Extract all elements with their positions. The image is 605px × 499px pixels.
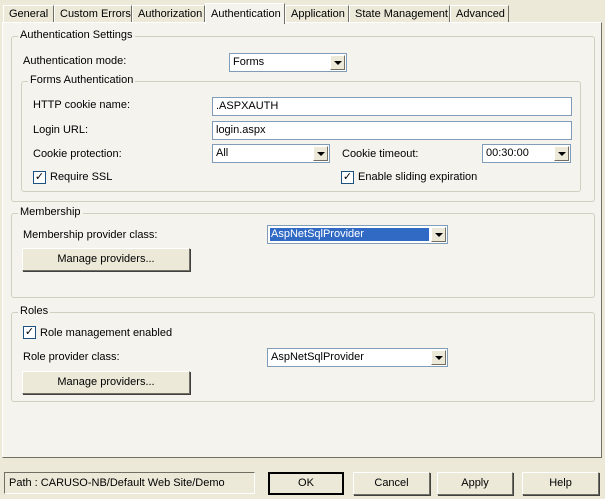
role-management-label: Role management enabled xyxy=(40,327,173,339)
membership-provider-value: AspNetSqlProvider xyxy=(270,228,429,241)
ok-button[interactable]: OK xyxy=(268,472,344,495)
tab-authentication[interactable]: Authentication xyxy=(205,3,285,24)
tab-advanced[interactable]: Advanced xyxy=(450,5,509,22)
cookie-timeout-select[interactable]: 00:30:00 xyxy=(482,144,571,163)
tab-custom-errors[interactable]: Custom Errors xyxy=(54,5,132,22)
cancel-button[interactable]: Cancel xyxy=(353,472,430,495)
chevron-down-icon[interactable] xyxy=(554,146,569,161)
cookie-timeout-value: 00:30:00 xyxy=(486,147,529,159)
cookie-timeout-label: Cookie timeout: xyxy=(342,148,419,160)
chevron-down-icon[interactable] xyxy=(431,350,446,365)
authentication-mode-value: Forms xyxy=(233,56,265,68)
membership-provider-label: Membership provider class: xyxy=(23,229,158,241)
authentication-mode-label: Authentication mode: xyxy=(23,55,126,67)
cookie-protection-select[interactable]: All xyxy=(212,144,330,163)
authentication-settings-legend: Authentication Settings xyxy=(18,29,135,41)
cookie-protection-value: All xyxy=(216,147,229,159)
login-url-label: Login URL: xyxy=(33,124,89,136)
tab-application[interactable]: Application xyxy=(285,5,349,22)
chevron-down-icon[interactable] xyxy=(313,146,328,161)
sliding-expiration-label: Enable sliding expiration xyxy=(358,171,478,183)
tab-general[interactable]: General xyxy=(3,5,54,22)
sliding-expiration-checkbox[interactable]: ✓ xyxy=(341,171,354,184)
help-button[interactable]: Help xyxy=(522,472,599,495)
apply-button[interactable]: Apply xyxy=(437,472,513,495)
cookie-name-input[interactable]: .ASPXAUTH xyxy=(212,97,572,116)
roles-legend: Roles xyxy=(18,305,51,317)
path-status: Path : CARUSO-NB/Default Web Site/Demo xyxy=(4,472,255,494)
role-provider-value: AspNetSqlProvider xyxy=(271,351,364,363)
membership-legend: Membership xyxy=(18,206,83,218)
authentication-mode-label-text: Authentication mode: xyxy=(23,55,127,67)
authentication-mode-select[interactable]: Forms xyxy=(229,53,347,72)
forms-authentication-legend: Forms Authentication xyxy=(28,74,136,86)
tab-state-management[interactable]: State Management xyxy=(349,5,450,22)
require-ssl-label: Require SSL xyxy=(50,171,113,183)
role-management-checkbox[interactable]: ✓ xyxy=(23,326,36,339)
role-provider-select[interactable]: AspNetSqlProvider xyxy=(267,348,448,367)
roles-manage-providers-button[interactable]: Manage providers... xyxy=(22,371,190,394)
login-url-input[interactable]: login.aspx xyxy=(212,121,572,140)
tab-authorization[interactable]: Authorization xyxy=(132,5,205,22)
cookie-protection-label: Cookie protection: xyxy=(33,148,122,160)
chevron-down-icon[interactable] xyxy=(431,227,446,242)
require-ssl-checkbox[interactable]: ✓ xyxy=(33,171,46,184)
chevron-down-icon[interactable] xyxy=(330,55,345,70)
membership-manage-providers-button[interactable]: Manage providers... xyxy=(22,248,190,271)
role-provider-label: Role provider class: xyxy=(23,351,120,363)
cookie-name-label: HTTP cookie name: xyxy=(33,99,131,111)
membership-provider-select[interactable]: AspNetSqlProvider xyxy=(267,225,448,244)
